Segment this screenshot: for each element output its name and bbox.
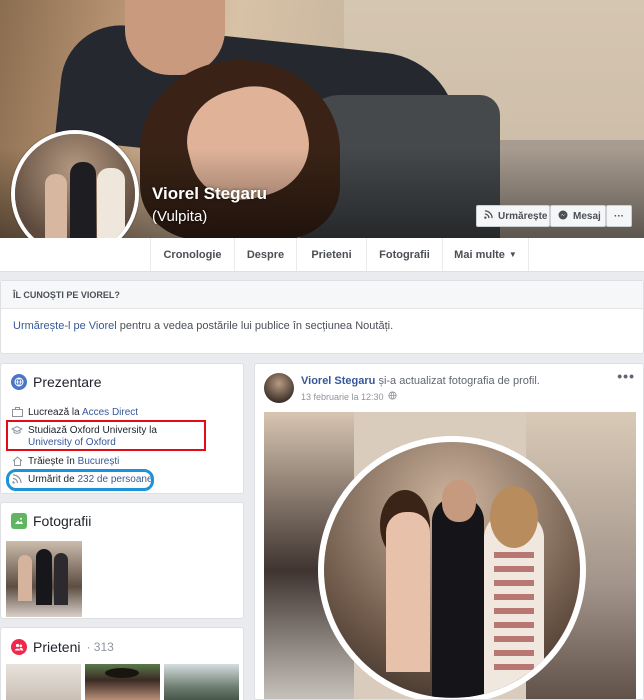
live-link[interactable]: București (78, 456, 120, 467)
photo-icon (11, 513, 27, 529)
avatar-person-1 (45, 174, 67, 244)
photo-person-pattern (494, 552, 534, 672)
live-prefix: Trăiește în (28, 456, 78, 467)
friends-title-row: Prieteni · 313 (11, 639, 114, 655)
intro-card: Prezentare Lucrează la Acces Direct Stud… (0, 363, 244, 494)
follow-button[interactable]: Urmărește (476, 205, 550, 227)
home-icon (11, 456, 23, 470)
photos-title-row: Fotografii (11, 513, 91, 529)
thumb-hat (105, 668, 139, 678)
thumb-person (36, 549, 52, 605)
red-highlight-box (6, 420, 206, 451)
briefcase-icon (11, 407, 23, 421)
friend-thumbnail[interactable] (164, 664, 239, 700)
messenger-icon (558, 210, 568, 223)
work-prefix: Lucrează la (28, 407, 82, 418)
tab-cronologie[interactable]: Cronologie (150, 238, 235, 271)
follow-label: Urmărește (498, 210, 548, 222)
intro-live: Trăiește în București (11, 456, 119, 470)
profile-name[interactable]: Viorel Stegaru (152, 184, 267, 204)
post-photo[interactable] (264, 412, 636, 699)
caret-down-icon: ▼ (508, 250, 517, 259)
globe-icon (11, 374, 27, 390)
intro-title: Prezentare (33, 374, 102, 390)
thumb-person (54, 553, 68, 605)
tab-label: Despre (246, 248, 285, 261)
photo-person (386, 512, 430, 672)
friends-card: Prieteni · 313 (0, 627, 244, 700)
tab-label: Cronologie (163, 248, 222, 261)
post-header: Viorel Stegaru și-a actualizat fotografi… (301, 375, 540, 387)
post-date[interactable]: 13 februarie la 12:30 (301, 392, 384, 402)
message-label: Mesaj (573, 210, 601, 222)
tab-label: Mai multe (454, 248, 505, 261)
know-box: ÎL CUNOȘTI PE VIOREL? Urmărește-l pe Vio… (0, 280, 644, 354)
more-options-label: ··· (614, 210, 624, 222)
friends-count: · 313 (86, 640, 114, 654)
post-options-button[interactable]: ••• (617, 368, 635, 384)
photo-person-hair (490, 486, 538, 548)
profile-nav: Cronologie Despre Prieteni Fotografii Ma… (0, 238, 644, 272)
tab-label: Prieteni (311, 248, 352, 261)
photos-title: Fotografii (33, 513, 92, 529)
friends-icon (11, 639, 27, 655)
photo-person-face (442, 480, 476, 522)
work-link[interactable]: Acces Direct (82, 407, 138, 418)
tab-fotografii[interactable]: Fotografii (367, 238, 443, 271)
know-body: Urmărește-l pe Viorel pentru a vedea pos… (1, 309, 643, 343)
post-meta: 13 februarie la 12:30 (301, 391, 397, 402)
photo-thumbnail[interactable] (6, 541, 82, 617)
friend-thumbnail[interactable] (6, 664, 81, 700)
tab-label: Fotografii (379, 248, 430, 261)
tab-prieteni[interactable]: Prieteni (297, 238, 367, 271)
tab-despre[interactable]: Despre (235, 238, 297, 271)
friend-thumbnail[interactable] (85, 664, 160, 700)
post-author[interactable]: Viorel Stegaru (301, 375, 375, 387)
know-heading: ÎL CUNOȘTI PE VIOREL? (1, 281, 643, 309)
profile-nickname: (Vulpita) (152, 208, 208, 225)
globe-small-icon (388, 391, 397, 402)
know-text: pentru a vedea postările lui publice în … (116, 320, 394, 332)
intro-work: Lucrează la Acces Direct (11, 407, 138, 421)
rss-icon (484, 210, 493, 222)
post-author-avatar[interactable] (264, 373, 294, 403)
intro-title-row: Prezentare (11, 374, 101, 390)
photos-card: Fotografii (0, 502, 244, 619)
message-button[interactable]: Mesaj (550, 205, 606, 227)
tab-mai-multe[interactable]: Mai multe ▼ (443, 238, 529, 271)
more-options-button[interactable]: ··· (606, 205, 632, 227)
blue-highlight-box (6, 469, 154, 491)
post-action: și-a actualizat fotografia de profil. (375, 375, 540, 387)
photo-person (432, 497, 484, 697)
thumb-person (18, 555, 32, 601)
follow-link[interactable]: Urmărește-l pe Viorel (13, 320, 117, 332)
profile-photo-circle (318, 436, 586, 699)
post-card: Viorel Stegaru și-a actualizat fotografi… (254, 363, 644, 700)
friends-title: Prieteni (33, 639, 81, 655)
